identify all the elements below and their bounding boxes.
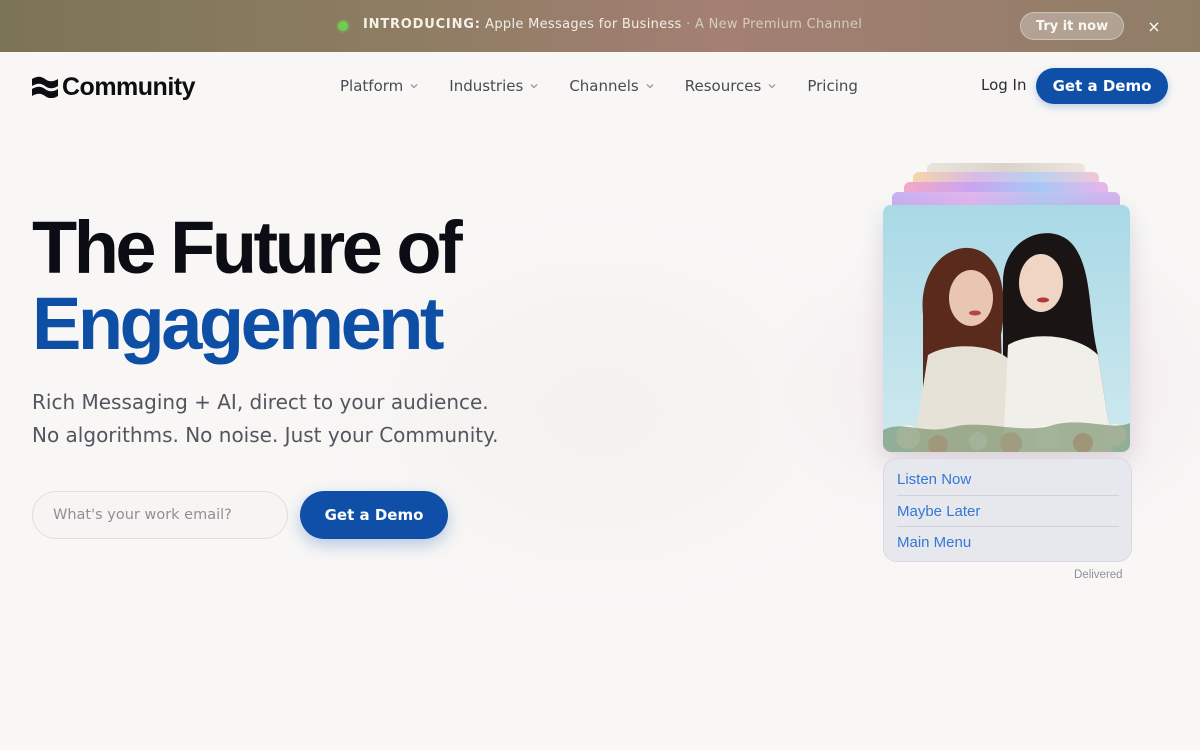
- announcement-tagline: A New Premium Channel: [694, 17, 863, 32]
- get-demo-hero-button[interactable]: Get a Demo: [300, 491, 448, 539]
- login-link[interactable]: Log In: [981, 76, 1027, 94]
- hero-subheadline: Rich Messaging + AI, direct to your audi…: [32, 386, 498, 452]
- nav-item-platform[interactable]: Platform: [340, 76, 419, 96]
- nav-label: Resources: [684, 77, 762, 95]
- main-nav: Platform Industries Channels Resources P…: [340, 76, 888, 96]
- work-email-input[interactable]: [32, 491, 288, 539]
- announcement-bar: INTRODUCING: Apple Messages for Business…: [0, 0, 1200, 52]
- subheadline-line-2: No algorithms. No noise. Just your Commu…: [32, 423, 499, 447]
- maybe-later-option[interactable]: Maybe Later: [897, 503, 980, 520]
- divider: [897, 495, 1119, 496]
- get-demo-nav-button[interactable]: Get a Demo: [1036, 68, 1168, 104]
- portrait-image: [883, 205, 1130, 452]
- nav-label: Platform: [340, 77, 404, 95]
- listen-now-option[interactable]: Listen Now: [897, 471, 971, 488]
- nav-item-channels[interactable]: Channels: [569, 76, 654, 96]
- main-menu-option[interactable]: Main Menu: [897, 534, 971, 551]
- chevron-down-icon: [530, 84, 538, 89]
- nav-label: Pricing: [807, 77, 858, 95]
- announcement-text: Apple Messages for Business: [485, 17, 682, 32]
- close-icon[interactable]: ×: [1144, 16, 1164, 36]
- announcement-separator: ·: [686, 17, 691, 32]
- try-it-now-button[interactable]: Try it now: [1020, 12, 1124, 40]
- nav-item-resources[interactable]: Resources: [685, 76, 778, 96]
- subheadline-line-1: Rich Messaging + AI, direct to your audi…: [32, 390, 489, 414]
- announcement-label: INTRODUCING:: [363, 17, 481, 32]
- nav-label: Industries: [449, 77, 524, 95]
- announcement-message[interactable]: INTRODUCING: Apple Messages for Business…: [363, 17, 862, 32]
- divider: [897, 526, 1119, 527]
- headline-line-1: The Future of: [32, 206, 463, 289]
- headline-line-2: Engagement: [32, 282, 445, 365]
- hero-headline: The Future of Engagement: [32, 206, 463, 365]
- wave-flag-icon: [32, 76, 58, 98]
- rich-message-bubble: Listen Now Maybe Later Main Menu: [883, 458, 1132, 562]
- status-dot-icon: [338, 21, 348, 31]
- nav-item-industries[interactable]: Industries: [449, 76, 539, 96]
- chevron-down-icon: [410, 84, 418, 89]
- chevron-down-icon: [646, 84, 654, 89]
- delivery-status: Delivered: [1074, 569, 1123, 581]
- brand-logo[interactable]: Community: [32, 72, 196, 102]
- chevron-down-icon: [768, 84, 776, 89]
- nav-item-pricing[interactable]: Pricing: [807, 76, 858, 96]
- brand-name: Community: [62, 72, 196, 101]
- message-photo: [883, 205, 1130, 452]
- nav-label: Channels: [569, 77, 639, 95]
